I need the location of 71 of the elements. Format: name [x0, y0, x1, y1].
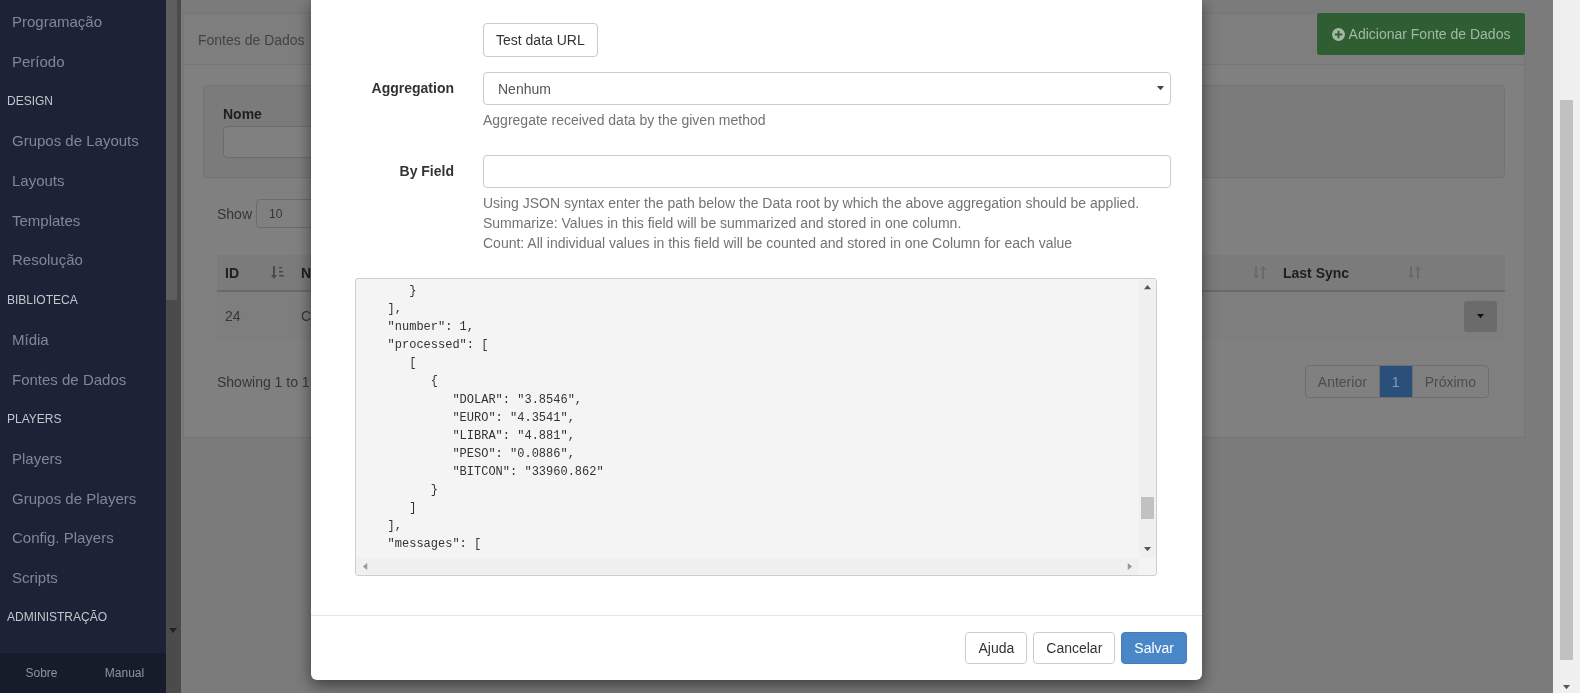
code-line: { [429, 373, 439, 391]
scroll-up-icon[interactable] [1144, 284, 1151, 291]
caret-icon [1157, 85, 1164, 92]
sidebar-item[interactable]: Grupos de Layouts [0, 121, 166, 161]
footer-link[interactable]: Sobre [25, 666, 58, 680]
sidebar-section-heading: DESIGN [6, 93, 54, 111]
field-label: Aggregation [371, 79, 454, 98]
test-data-url-button[interactable]: Test data URL [483, 23, 598, 57]
scrollbar-thumb[interactable] [1559, 100, 1573, 660]
panel-title: Fontes de Dados [197, 31, 305, 48]
table-info: Showing 1 to 1 [217, 373, 310, 390]
sidebar-item[interactable]: Grupos de Players [0, 478, 166, 518]
code-line: "messages": [ [386, 536, 483, 554]
table-cell: 24 [225, 308, 241, 324]
row-menu-button[interactable] [1464, 300, 1497, 332]
code-line: ], [386, 301, 403, 319]
code-line: "number": 1, [386, 319, 476, 337]
sidebar-item[interactable]: Templates [0, 200, 166, 241]
code-line: ] [408, 500, 418, 518]
code-line: } [429, 482, 439, 500]
scrollbar-thumb[interactable] [166, 0, 177, 300]
sidebar-item[interactable]: Período [0, 41, 166, 82]
help-text: Using JSON syntax enter the path below the Data root by which the above aggregation should be applied. Summarize: Values in this field will be summarized and stored in one column. Count: All individual values in this field will be counted and stored in one Column for each value [483, 194, 1141, 253]
by-field-input[interactable] [483, 155, 1171, 188]
code-line: [ [408, 355, 418, 373]
sidebar-item[interactable]: Layouts [0, 160, 166, 201]
plus-circle-icon [1331, 27, 1345, 41]
scrollbar[interactable] [1553, 0, 1580, 693]
scrollbar-thumb[interactable] [1141, 497, 1154, 519]
help-text: Aggregate received data by the given method [483, 111, 767, 130]
column-header[interactable]: Last Sync [1275, 255, 1430, 292]
code-line: ], [386, 518, 403, 536]
add-data-source-button[interactable]: Adicionar Fonte de Dados [1317, 13, 1525, 55]
sidebar-section-heading: ADMINISTRAÇÃO [6, 609, 108, 627]
field-label: By Field [399, 162, 454, 181]
sidebar-item[interactable]: Mídia [0, 319, 166, 360]
sidebar-section-heading: PLAYERS [6, 410, 63, 428]
scrollbar[interactable] [166, 0, 181, 693]
sidebar-item[interactable]: Fontes de Dados [0, 359, 166, 399]
scrollbar[interactable] [356, 558, 1139, 575]
footer-link[interactable]: Manual [104, 666, 145, 680]
code-editor[interactable]: } ], "number": 1, "processed": [ [ { "DOLAR": "3.8546", "EURO": "4.3541", "LIBRA": "4.881", "PESO": "0.0886", "BITCON": "33960.862" } ] ], "messages": [ [355, 278, 1157, 576]
code-line: "BITCON": "33960.862" [451, 463, 605, 481]
scrollbar[interactable] [1139, 279, 1156, 558]
sidebar-item[interactable]: Players [0, 438, 166, 479]
scroll-left-icon[interactable] [362, 563, 369, 570]
dialog-button[interactable]: Cancelar [1033, 632, 1116, 664]
code-line: "EURO": "4.3541", [451, 409, 576, 427]
code-line: "DOLAR": "3.8546", [451, 391, 584, 409]
sidebar-item[interactable]: Programação [0, 2, 166, 42]
code-line: } [408, 283, 418, 300]
code-line: "PESO": "0.0886", [451, 445, 576, 463]
caret-icon [1477, 312, 1484, 320]
save-button[interactable]: Salvar [1121, 632, 1187, 664]
aggregation-select[interactable]: Nenhum [483, 72, 1171, 105]
sidebar-section-heading: BIBLIOTECA [6, 291, 79, 309]
sidebar-item[interactable]: Resolução [0, 240, 166, 280]
code-line: "processed": [ [386, 337, 490, 355]
dialog-button[interactable]: Ajuda [965, 632, 1028, 664]
filter-label: Nome [223, 106, 262, 122]
column-header[interactable]: ID [217, 255, 293, 292]
code-line: "LIBRA": "4.881", [451, 427, 576, 445]
scroll-down-icon[interactable] [1144, 546, 1151, 553]
sort-ascending-icon[interactable] [271, 265, 285, 280]
sidebar-item[interactable]: Config. Players [0, 517, 166, 558]
table-cell: C [301, 308, 312, 324]
pagination-button[interactable]: 1 [1378, 366, 1412, 397]
sidebar-item[interactable]: Scripts [0, 557, 166, 598]
show-label: Show [217, 205, 253, 222]
scroll-down-icon[interactable] [1563, 684, 1570, 691]
scroll-right-icon[interactable] [1126, 563, 1133, 570]
